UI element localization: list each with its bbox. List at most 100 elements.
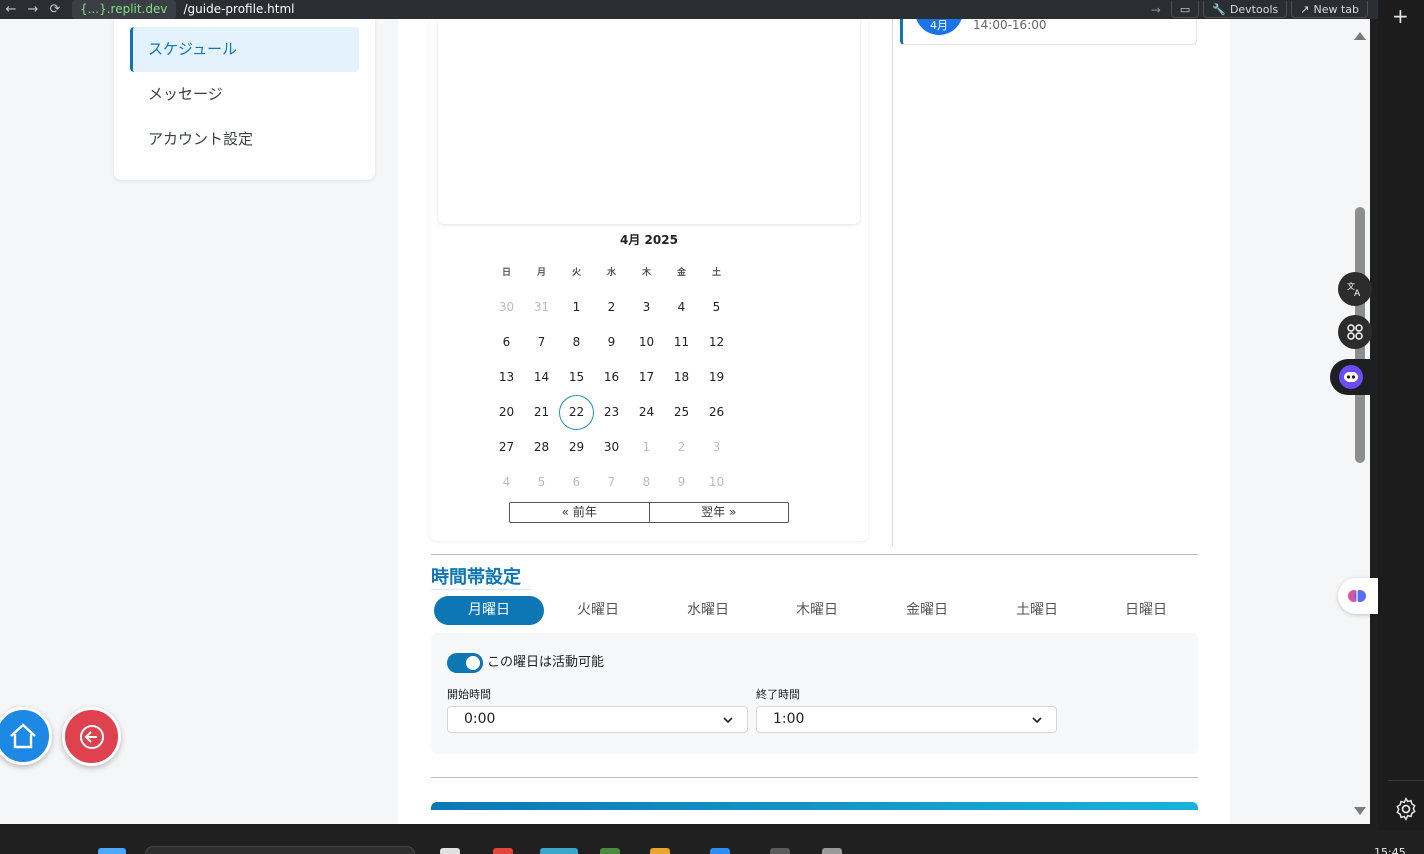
calendar-day[interactable]: 9 — [594, 325, 629, 360]
forward-arrow-icon[interactable]: → — [22, 2, 44, 17]
calendar-day[interactable]: 23 — [594, 395, 629, 430]
calendar-day[interactable]: 30 — [489, 290, 524, 325]
calendar-day[interactable]: 12 — [699, 325, 734, 360]
tab-thursday[interactable]: 木曜日 — [762, 596, 872, 625]
calendar-day[interactable]: 6 — [559, 465, 594, 500]
tab-wednesday[interactable]: 水曜日 — [653, 596, 763, 625]
wrench-icon: 🔧 — [1212, 2, 1226, 16]
calendar-day[interactable]: 8 — [629, 465, 664, 500]
taskbar-app-icon[interactable] — [770, 848, 790, 854]
calendar-day[interactable]: 24 — [629, 395, 664, 430]
back-button[interactable] — [62, 707, 121, 766]
ai-extension-button[interactable] — [1338, 578, 1378, 614]
tab-monday[interactable]: 月曜日 — [434, 596, 544, 625]
scroll-up-arrow-icon[interactable] — [1354, 32, 1366, 40]
sidebar-menu: スケジュール メッセージ アカウント設定 — [114, 19, 375, 180]
calendar-day[interactable]: 17 — [629, 360, 664, 395]
taskbar-app-icon[interactable] — [710, 848, 730, 854]
tab-friday[interactable]: 金曜日 — [872, 596, 982, 625]
apps-button[interactable] — [1338, 315, 1372, 349]
taskbar-app-icon[interactable] — [440, 848, 460, 854]
calendar-day[interactable]: 29 — [559, 430, 594, 465]
taskbar-app-icon[interactable] — [540, 848, 578, 854]
sidebar-item-schedule[interactable]: スケジュール — [130, 27, 359, 72]
calendar-day[interactable]: 3 — [699, 430, 734, 465]
calendar-day[interactable]: 25 — [664, 395, 699, 430]
calendar-day[interactable]: 4 — [664, 290, 699, 325]
calendar-card: 4月 2025 日月火水木金土 30 31 1 2 3 4 5 6 7 8 9 10 11 12 13 14 1… — [430, 19, 868, 541]
taskbar-app-icon[interactable] — [822, 848, 842, 854]
event-card[interactable]: 4月 14:00-16:00 — [900, 19, 1197, 45]
home-icon — [10, 723, 36, 749]
availability-toggle[interactable] — [447, 653, 483, 673]
column-divider — [892, 19, 893, 546]
devtools-button[interactable]: 🔧 Devtools — [1203, 1, 1288, 18]
calendar-preview-panel — [438, 19, 860, 224]
calendar-day[interactable]: 7 — [524, 325, 559, 360]
calendar-day[interactable]: 2 — [664, 430, 699, 465]
new-tab-button[interactable]: ↗ New tab — [1291, 1, 1368, 18]
calendar-day[interactable]: 1 — [629, 430, 664, 465]
calendar-day[interactable]: 7 — [594, 465, 629, 500]
calendar-day[interactable]: 5 — [699, 290, 734, 325]
calendar-day[interactable]: 26 — [699, 395, 734, 430]
scroll-down-arrow-icon[interactable] — [1354, 807, 1366, 815]
calendar-day[interactable]: 2 — [594, 290, 629, 325]
back-arrow-icon[interactable]: ← — [0, 2, 22, 17]
device-button[interactable]: ▭ — [1170, 1, 1200, 18]
next-year-button[interactable]: 翌年 » — [648, 503, 789, 522]
event-time: 14:00-16:00 — [973, 19, 1047, 32]
calendar-day[interactable]: 15 — [559, 360, 594, 395]
calendar-day[interactable]: 9 — [664, 465, 699, 500]
section-divider — [431, 554, 1198, 555]
browser-toolbar: ← → ⟳ {...}.replit.dev /guide-profile.ht… — [0, 0, 1378, 19]
tab-sunday[interactable]: 日曜日 — [1091, 596, 1201, 625]
taskbar-app-icon[interactable] — [650, 848, 670, 854]
plus-icon[interactable]: + — [1392, 4, 1409, 28]
start-icon[interactable] — [98, 848, 126, 854]
calendar-day[interactable]: 6 — [489, 325, 524, 360]
assistant-button[interactable] — [1330, 359, 1378, 395]
address-bar[interactable]: {...}.replit.dev /guide-profile.html — [72, 0, 302, 19]
calendar-day[interactable]: 31 — [524, 290, 559, 325]
gear-icon[interactable] — [1393, 796, 1419, 822]
open-external-icon[interactable]: → — [1151, 3, 1161, 17]
calendar-day[interactable]: 5 — [524, 465, 559, 500]
command-icon — [1347, 324, 1363, 340]
start-time-select[interactable]: 0:00 — [447, 706, 748, 733]
tab-tuesday[interactable]: 火曜日 — [543, 596, 653, 625]
calendar-day[interactable]: 16 — [594, 360, 629, 395]
calendar-day[interactable]: 21 — [524, 395, 559, 430]
reload-icon[interactable]: ⟳ — [44, 2, 66, 17]
calendar-day[interactable]: 19 — [699, 360, 734, 395]
calendar-day[interactable]: 18 — [664, 360, 699, 395]
calendar-day[interactable]: 11 — [664, 325, 699, 360]
calendar-day[interactable]: 10 — [699, 465, 734, 500]
taskbar-search[interactable] — [145, 846, 415, 854]
weekday-header: 土 — [711, 268, 721, 278]
taskbar-app-icon[interactable] — [600, 848, 620, 854]
calendar-day[interactable]: 28 — [524, 430, 559, 465]
calendar-month-title: 4月 2025 — [620, 233, 678, 247]
sidebar-item-account-settings[interactable]: アカウント設定 — [130, 117, 359, 162]
weekday-header: 金 — [676, 268, 686, 278]
calendar-day[interactable]: 10 — [629, 325, 664, 360]
calendar-day[interactable]: 1 — [559, 290, 594, 325]
end-time-select[interactable]: 1:00 — [756, 706, 1057, 733]
calendar-day[interactable]: 4 — [489, 465, 524, 500]
calendar-day[interactable]: 14 — [524, 360, 559, 395]
robot-icon — [1339, 365, 1363, 389]
calendar-day[interactable]: 8 — [559, 325, 594, 360]
new-tab-label: New tab — [1313, 2, 1359, 16]
tab-saturday[interactable]: 土曜日 — [982, 596, 1092, 625]
prev-year-button[interactable]: « 前年 — [510, 503, 649, 522]
taskbar-app-icon[interactable] — [493, 848, 513, 854]
sidebar-item-messages[interactable]: メッセージ — [130, 72, 359, 117]
translate-button[interactable]: 文A — [1338, 272, 1372, 306]
calendar-day-today[interactable]: 22 — [559, 395, 594, 430]
calendar-day[interactable]: 30 — [594, 430, 629, 465]
calendar-day[interactable]: 3 — [629, 290, 664, 325]
calendar-day[interactable]: 27 — [489, 430, 524, 465]
calendar-day[interactable]: 13 — [489, 360, 524, 395]
calendar-day[interactable]: 20 — [489, 395, 524, 430]
